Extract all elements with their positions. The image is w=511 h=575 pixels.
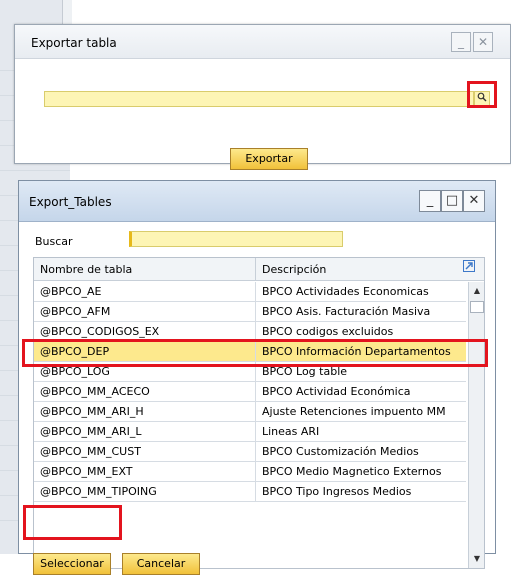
table-row[interactable]: @BPCO_MM_ARI_H Ajuste Retenciones impuent… [34, 402, 466, 422]
table-row[interactable]: @BPCO_MM_EXT BPCO Medio Magnetico Externo… [34, 462, 466, 482]
table-name-cell: @BPCO_CODIGOS_EX [40, 325, 160, 338]
table-description-cell: BPCO Actividad Económica [255, 382, 417, 401]
table-input[interactable] [44, 91, 474, 107]
grid-header: Nombre de tabla Descripción [34, 258, 484, 281]
table-name-cell: @BPCO_MM_EXT [40, 465, 133, 478]
table-name-cell: @BPCO_MM_TIPOING [40, 485, 157, 498]
table-name-cell: @BPCO_MM_CUST [40, 445, 141, 458]
table-description-cell: BPCO Actividades Economicas [255, 282, 435, 301]
table-row[interactable]: @BPCO_MM_CUST BPCO Customización Medios [34, 442, 466, 462]
dialog-title: Export_Tables [29, 195, 112, 209]
selected-row-highlight [22, 339, 488, 367]
table-row[interactable]: @BPCO_MM_TIPOING BPCO Tipo Ingresos Medio… [34, 482, 466, 502]
column-header-name[interactable]: Nombre de tabla [40, 263, 132, 276]
close-button[interactable]: ✕ [473, 32, 493, 52]
minimize-button[interactable]: _ [419, 190, 441, 212]
table-description-cell: Lineas ARI [255, 422, 325, 441]
arrow-up-right-icon [463, 260, 475, 272]
exportar-tabla-dialog: Exportar tabla _ ✕ Exportar [14, 24, 511, 170]
expand-arrow-icon[interactable] [460, 260, 478, 278]
table-description-cell: BPCO Asis. Facturación Masiva [255, 302, 436, 321]
table-name-cell: @BPCO_MM_ARI_L [40, 425, 142, 438]
table-name-cell: @BPCO_AE [40, 285, 102, 298]
export-tables-dialog: Export_Tables _ □ ✕ Buscar Nombre de tab… [18, 180, 496, 575]
dialog-titlebar[interactable]: Export_Tables _ □ ✕ [19, 181, 495, 222]
table-name-cell: @BPCO_MM_ACECO [40, 385, 150, 398]
column-header-description[interactable]: Descripción [255, 258, 332, 280]
seleccionar-button[interactable]: Seleccionar [33, 553, 111, 575]
search-highlight [467, 81, 497, 108]
vertical-scrollbar[interactable]: ▲ ▼ [468, 282, 484, 568]
select-button-highlight [23, 505, 122, 540]
cancelar-button[interactable]: Cancelar [122, 553, 200, 575]
table-name-cell: @BPCO_AFM [40, 305, 111, 318]
table-description-cell: BPCO Customización Medios [255, 442, 425, 461]
close-button[interactable]: ✕ [463, 190, 485, 212]
search-input[interactable] [129, 231, 343, 247]
dialog-body: Buscar Nombre de tabla Descripción @BPCO… [19, 223, 495, 575]
exportar-button[interactable]: Exportar [230, 148, 308, 170]
table-description-cell: BPCO Tipo Ingresos Medios [255, 482, 417, 501]
grid-rows: @BPCO_AE BPCO Actividades Economicas @BPCO… [34, 282, 466, 502]
table-row[interactable]: @BPCO_MM_ACECO BPCO Actividad Económica [34, 382, 466, 402]
maximize-button[interactable]: □ [441, 190, 463, 212]
table-row[interactable]: @BPCO_AE BPCO Actividades Economicas [34, 282, 466, 302]
table-row[interactable]: @BPCO_MM_ARI_L Lineas ARI [34, 422, 466, 442]
dialog-title: Exportar tabla [31, 36, 117, 50]
scroll-thumb[interactable] [470, 301, 484, 313]
search-label: Buscar [35, 235, 73, 248]
table-name-cell: @BPCO_MM_ARI_H [40, 405, 144, 418]
table-description-cell: Ajuste Retenciones impuento MM [255, 402, 452, 421]
minimize-button[interactable]: _ [451, 32, 471, 52]
table-description-cell: BPCO Medio Magnetico Externos [255, 462, 447, 481]
dialog-body: Exportar [15, 60, 510, 170]
background-row [0, 170, 70, 171]
dialog-titlebar[interactable]: Exportar tabla _ ✕ [15, 25, 510, 59]
table-row[interactable]: @BPCO_AFM BPCO Asis. Facturación Masiva [34, 302, 466, 322]
scroll-down-icon[interactable]: ▼ [469, 552, 485, 566]
scroll-up-icon[interactable]: ▲ [469, 284, 485, 298]
